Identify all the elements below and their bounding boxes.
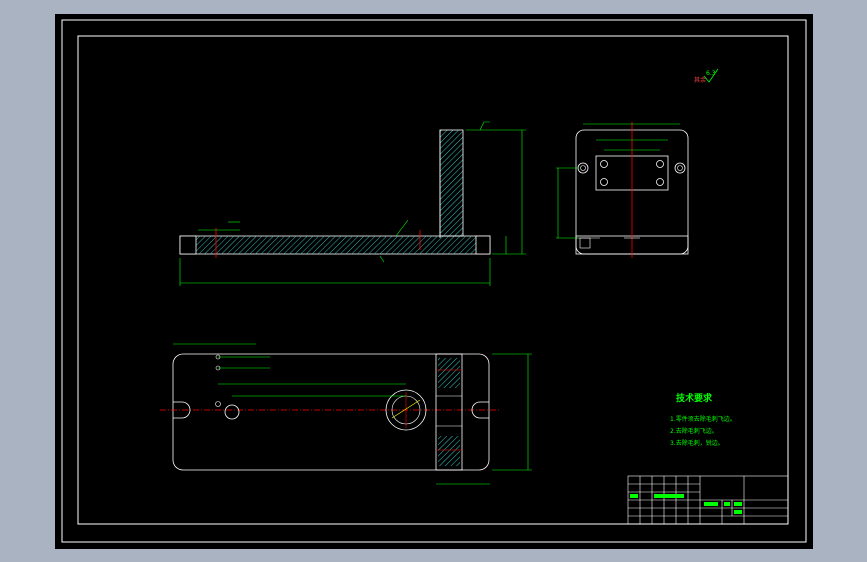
- surface-finish-mark: 其余 6.3: [694, 68, 719, 84]
- title-block-fills: [630, 494, 742, 514]
- inner-border: [77, 35, 789, 525]
- front-view: [179, 121, 526, 286]
- technical-notes: 技术要求 1.零件须去除毛刺飞边。 2.去除毛刺飞边。 3.去除毛刺，锐边。: [670, 392, 736, 447]
- note-item-2: 2.去除毛刺飞边。: [670, 427, 718, 435]
- upright-section: [439, 129, 464, 237]
- surface-finish-value: 6.3: [706, 70, 716, 77]
- top-view: [160, 343, 532, 485]
- drawing-canvas: 其余 6.3 技术要求 1.零件须去除毛刺飞边。 2.去除毛刺飞边。 3.去除毛…: [61, 19, 807, 543]
- side-view: [556, 122, 689, 258]
- title-block: [627, 475, 789, 525]
- note-item-1: 1.零件须去除毛刺飞边。: [670, 415, 736, 423]
- note-item-3: 3.去除毛刺，锐边。: [670, 439, 724, 447]
- cad-drawing-viewport: 其余 6.3 技术要求 1.零件须去除毛刺飞边。 2.去除毛刺飞边。 3.去除毛…: [0, 0, 867, 562]
- notes-heading: 技术要求: [676, 392, 713, 404]
- surface-finish-label: 其余: [694, 76, 706, 84]
